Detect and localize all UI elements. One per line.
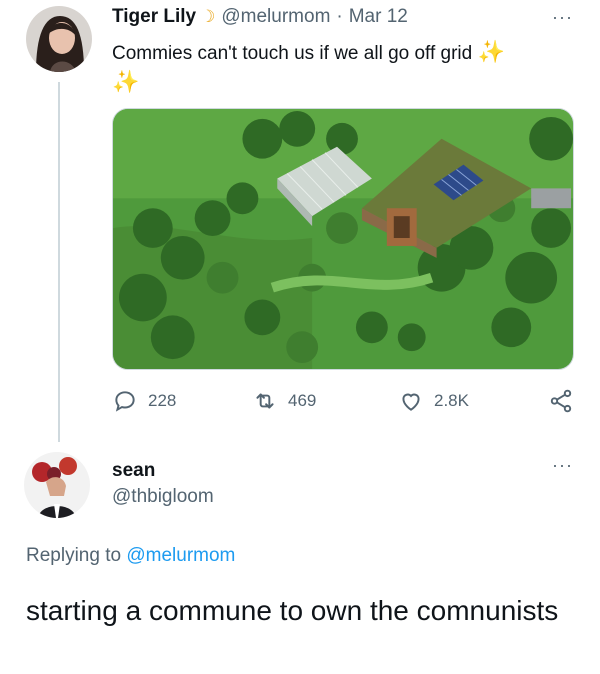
tweet1-photo[interactable] bbox=[112, 108, 574, 370]
tweet2-more-icon[interactable]: ··· bbox=[552, 456, 573, 474]
retweet-button[interactable]: 469 bbox=[252, 388, 316, 414]
reply-count: 228 bbox=[148, 391, 177, 410]
tweet1-handle[interactable]: @melurmom bbox=[221, 6, 330, 28]
tweet1-display-name[interactable]: Tiger Lily bbox=[112, 6, 196, 28]
like-button[interactable]: 2.8K bbox=[398, 388, 469, 414]
tweet1-header: Tiger Lily ☽ @melurmom · Mar 12 bbox=[112, 6, 408, 28]
like-count: 2.8K bbox=[434, 391, 469, 410]
retweet-count: 469 bbox=[288, 391, 317, 410]
reply-button[interactable]: 228 bbox=[112, 388, 176, 414]
thread-line bbox=[58, 82, 60, 442]
replying-mention[interactable]: @melurmom bbox=[126, 545, 235, 566]
retweet-icon bbox=[256, 393, 274, 409]
replying-to: Replying to @melurmom bbox=[26, 545, 235, 567]
sparkle-icon: ✨ bbox=[477, 39, 505, 64]
tweet1-actions: 228 469 2.8K bbox=[112, 388, 582, 418]
tweet1-more-icon[interactable]: ··· bbox=[552, 8, 573, 26]
tweet2-handle[interactable]: @thbigloom bbox=[112, 486, 214, 508]
tweet1-date[interactable]: Mar 12 bbox=[349, 6, 408, 28]
tweet1-separator: · bbox=[336, 6, 343, 27]
share-button[interactable] bbox=[548, 388, 584, 414]
tweet2-avatar[interactable] bbox=[24, 452, 90, 518]
share-icon bbox=[550, 389, 572, 413]
tweet1-text: Commies can't touch us if we all go off … bbox=[112, 38, 572, 98]
tweet1-avatar[interactable] bbox=[26, 6, 92, 72]
tweet2-display-name[interactable]: sean bbox=[112, 460, 155, 482]
tweet2-text: starting a commune to own the comnunists bbox=[26, 595, 559, 626]
sparkle-icon: ✨ bbox=[112, 69, 140, 94]
tweet1-body: Commies can't touch us if we all go off … bbox=[112, 43, 473, 64]
replying-prefix: Replying to bbox=[26, 545, 122, 566]
moon-icon: ☽ bbox=[200, 7, 216, 26]
reply-icon bbox=[115, 391, 135, 412]
like-icon bbox=[402, 393, 420, 411]
